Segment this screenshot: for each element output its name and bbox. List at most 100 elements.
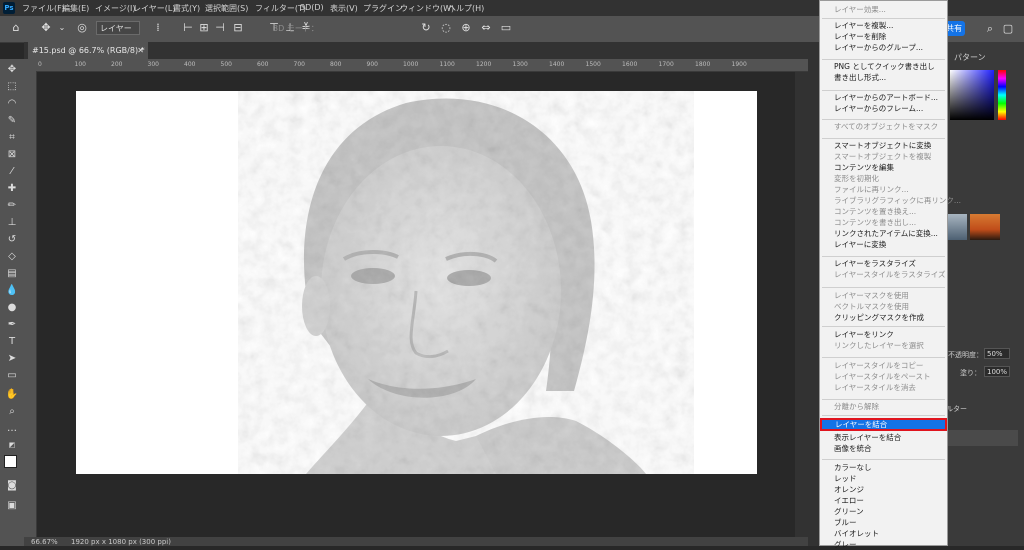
context-menu-item[interactable]: レッド (834, 474, 857, 484)
eyedropper-tool-icon[interactable]: ⁄ (5, 165, 19, 178)
context-menu-item[interactable]: レイヤーからのアートボード... (834, 93, 938, 103)
pen-tool-icon[interactable]: ✒ (5, 318, 19, 331)
document-image[interactable] (76, 91, 757, 474)
more-tools-icon[interactable]: … (5, 422, 19, 435)
align-left-icon[interactable]: ⊢ (182, 22, 194, 34)
hand-tool-icon[interactable]: ✋ (5, 388, 19, 401)
brush-tool-icon[interactable]: ✏ (5, 199, 19, 212)
context-menu-item[interactable]: PNG としてクイック書き出し (834, 62, 935, 72)
context-menu-item[interactable]: レイヤーからのフレーム... (834, 104, 923, 114)
context-menu-item[interactable]: グリーン (834, 507, 864, 517)
orbit-3d-icon[interactable]: ↻ (420, 22, 432, 34)
frame-tool-icon[interactable]: ⊠ (5, 148, 19, 161)
color-picker-field[interactable] (950, 70, 994, 120)
layer-row-selected[interactable] (945, 430, 1018, 446)
menu-select[interactable]: 選択範囲(S) (205, 3, 248, 14)
move-tool-icon[interactable]: ✥ (40, 22, 52, 34)
context-menu-item: レイヤースタイルを消去 (834, 383, 916, 392)
eraser-tool-icon[interactable]: ◇ (5, 250, 19, 263)
hue-slider[interactable] (998, 70, 1006, 120)
healing-brush-tool-icon[interactable]: ✚ (5, 182, 19, 195)
menu-view[interactable]: 表示(V) (330, 3, 358, 14)
context-menu-item[interactable]: クリッピングマスクを作成 (834, 313, 924, 323)
default-colors-icon[interactable]: ◩ (5, 439, 19, 452)
ruler-tick-label: 300 (147, 61, 159, 68)
marquee-tool-icon[interactable]: ⬚ (5, 80, 19, 93)
align-center-h-icon[interactable]: ⊞ (198, 22, 210, 34)
context-menu-item[interactable]: スマートオブジェクトに変換 (834, 141, 931, 151)
history-brush-tool-icon[interactable]: ↺ (5, 233, 19, 246)
blur-tool-icon[interactable]: 💧 (5, 284, 19, 297)
context-menu-item[interactable]: 表示レイヤーを結合 (834, 433, 901, 443)
quick-select-tool-icon[interactable]: ✎ (5, 114, 19, 127)
menu-type[interactable]: 書式(Y) (173, 3, 200, 14)
layer-select-dropdown[interactable]: レイヤー (96, 21, 140, 35)
ruler-tick-label: 0 (38, 61, 42, 68)
rectangle-tool-icon[interactable]: ▭ (5, 369, 19, 382)
move-tool-icon[interactable]: ✥ (5, 63, 19, 76)
slide-3d-icon[interactable]: ⇔ (480, 22, 492, 34)
menu-help[interactable]: ヘルプ(H) (448, 3, 484, 14)
context-menu-item[interactable]: レイヤーをリンク (834, 330, 894, 340)
document-size-info: 1920 px x 1080 px (300 ppi) (71, 538, 171, 546)
context-menu-item[interactable]: レイヤーを削除 (834, 32, 886, 42)
context-menu-item[interactable]: オレンジ (834, 485, 864, 495)
menu-file[interactable]: ファイル(F) (22, 3, 65, 14)
menu-plugins[interactable]: プラグイン (363, 3, 403, 14)
home-icon[interactable]: ⌂ (10, 22, 22, 34)
quick-mask-icon[interactable]: ◙ (5, 479, 19, 492)
context-menu-item[interactable]: レイヤーを複製... (834, 21, 893, 31)
type-tool-icon[interactable]: T (5, 335, 19, 348)
vertical-scrollbar[interactable] (795, 72, 808, 537)
menu-edit[interactable]: 編集(E) (62, 3, 89, 14)
menu-3d[interactable]: 3D(D) (300, 3, 324, 12)
menu-filter[interactable]: フィルター(T) (255, 3, 306, 14)
pan-3d-icon[interactable]: ⊕ (460, 22, 472, 34)
tab-patterns[interactable]: パターン (954, 52, 986, 63)
preset-thumbnail[interactable] (945, 214, 967, 240)
screen-mode-icon[interactable]: ▣ (5, 499, 19, 512)
distribute-icon[interactable]: ⊟ (232, 22, 244, 34)
context-menu-item[interactable]: レイヤーからのグループ... (834, 43, 923, 53)
opacity-field[interactable]: 50% (984, 348, 1010, 359)
menu-image[interactable]: イメージ(I) (95, 3, 135, 14)
search-icon[interactable]: ⌕ (984, 23, 996, 35)
context-menu-item[interactable]: レイヤーに変換 (834, 240, 886, 250)
zoom-readout[interactable]: 66.67% (31, 538, 58, 546)
menu-window[interactable]: ウィンドウ(W) (400, 3, 454, 14)
workspace-icon[interactable]: ▢ (1002, 23, 1014, 35)
transform-controls-icon[interactable]: ⁞ (152, 22, 164, 34)
fill-field[interactable]: 100% (984, 366, 1010, 377)
ruler-tick-label: 1200 (476, 61, 492, 68)
chevron-down-icon[interactable]: ⌄ (56, 22, 68, 34)
document-tab[interactable]: #15.psd @ 66.7% (RGB/8) * ✕ (28, 42, 148, 59)
clone-stamp-tool-icon[interactable]: ⊥ (5, 216, 19, 229)
context-menu-item[interactable]: ブルー (834, 518, 857, 528)
auto-select-icon[interactable]: ◎ (76, 22, 88, 34)
context-menu-item[interactable]: グレー (834, 540, 857, 550)
context-menu-item[interactable]: 画像を統合 (834, 444, 872, 454)
context-menu-item[interactable]: バイオレット (834, 529, 879, 539)
align-right-icon[interactable]: ⊣ (214, 22, 226, 34)
preset-thumbnail[interactable] (970, 214, 1000, 240)
context-menu-item[interactable]: コンテンツを編集 (834, 163, 894, 173)
lasso-tool-icon[interactable]: ◠ (5, 97, 19, 110)
foreground-color-swatch[interactable] (4, 455, 17, 468)
gradient-tool-icon[interactable]: ▤ (5, 267, 19, 280)
menu-item-merge-layers[interactable]: レイヤーを結合 (835, 420, 887, 430)
context-menu-item: コンテンツを書き出し... (834, 218, 917, 227)
zoom-tool-icon[interactable]: ⌕ (5, 405, 19, 418)
crop-tool-icon[interactable]: ⌗ (5, 131, 19, 144)
context-menu-item[interactable]: リンクされたアイテムに変換... (834, 229, 938, 239)
context-menu-item[interactable]: レイヤーをラスタライズ (834, 259, 916, 269)
context-menu-item[interactable]: イエロー (834, 496, 864, 506)
path-select-tool-icon[interactable]: ➤ (5, 352, 19, 365)
context-menu-item[interactable]: 書き出し形式... (834, 73, 886, 83)
menu-layer[interactable]: レイヤー(L) (133, 3, 175, 14)
context-menu-item[interactable]: カラーなし (834, 463, 872, 473)
roll-3d-icon[interactable]: ◌ (440, 22, 452, 34)
scale-3d-icon[interactable]: ▭ (500, 22, 512, 34)
dodge-tool-icon[interactable]: ● (5, 301, 19, 314)
close-icon[interactable]: ✕ (137, 42, 144, 59)
menu-separator (822, 399, 945, 400)
